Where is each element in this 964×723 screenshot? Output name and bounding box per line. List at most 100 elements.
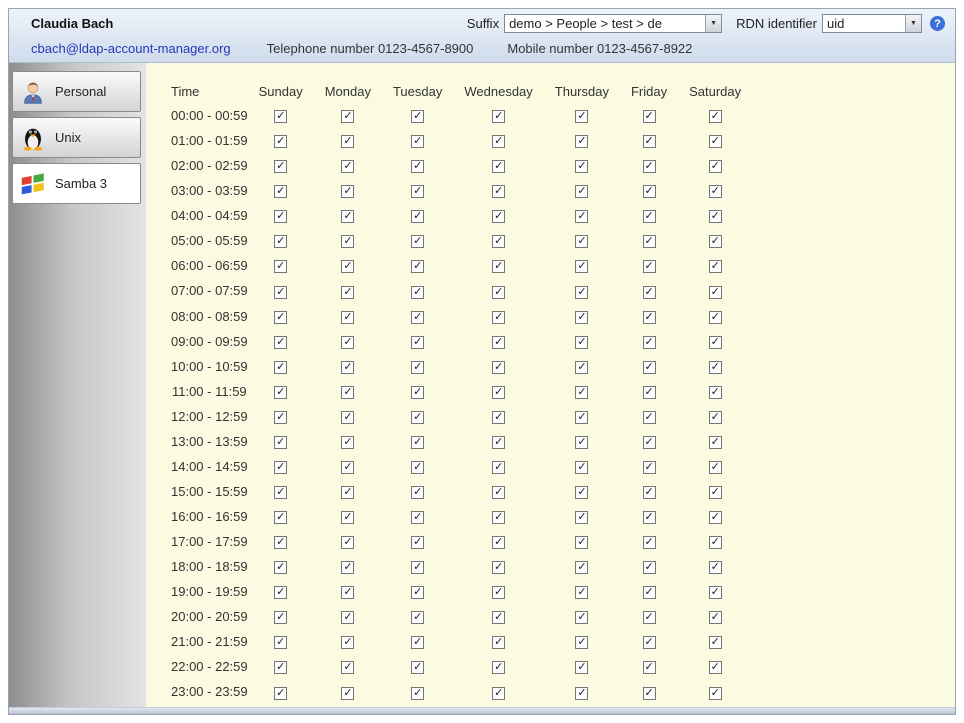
logon-hour-checkbox-thursday-09[interactable] [575, 336, 588, 349]
logon-hour-checkbox-thursday-06[interactable] [575, 260, 588, 273]
logon-hour-checkbox-wednesday-22[interactable] [492, 661, 505, 674]
logon-hour-checkbox-thursday-23[interactable] [575, 687, 588, 700]
logon-hour-checkbox-thursday-17[interactable] [575, 536, 588, 549]
logon-hour-checkbox-friday-07[interactable] [643, 286, 656, 299]
logon-hour-checkbox-sunday-16[interactable] [274, 511, 287, 524]
logon-hour-checkbox-thursday-12[interactable] [575, 411, 588, 424]
logon-hour-checkbox-sunday-01[interactable] [274, 135, 287, 148]
logon-hour-checkbox-wednesday-23[interactable] [492, 687, 505, 700]
logon-hour-checkbox-wednesday-20[interactable] [492, 611, 505, 624]
logon-hour-checkbox-monday-13[interactable] [341, 436, 354, 449]
logon-hour-checkbox-sunday-15[interactable] [274, 486, 287, 499]
logon-hour-checkbox-monday-02[interactable] [341, 160, 354, 173]
logon-hour-checkbox-friday-08[interactable] [643, 311, 656, 324]
logon-hour-checkbox-monday-09[interactable] [341, 336, 354, 349]
logon-hour-checkbox-friday-13[interactable] [643, 436, 656, 449]
logon-hour-checkbox-tuesday-03[interactable] [411, 185, 424, 198]
logon-hour-checkbox-friday-12[interactable] [643, 411, 656, 424]
logon-hour-checkbox-saturday-12[interactable] [709, 411, 722, 424]
logon-hour-checkbox-saturday-04[interactable] [709, 210, 722, 223]
logon-hour-checkbox-sunday-03[interactable] [274, 185, 287, 198]
logon-hour-checkbox-sunday-20[interactable] [274, 611, 287, 624]
logon-hour-checkbox-monday-05[interactable] [341, 235, 354, 248]
logon-hour-checkbox-saturday-20[interactable] [709, 611, 722, 624]
logon-hour-checkbox-tuesday-11[interactable] [411, 386, 424, 399]
suffix-select[interactable]: demo > People > test > de ▼ [504, 14, 722, 33]
logon-hour-checkbox-friday-19[interactable] [643, 586, 656, 599]
logon-hour-checkbox-saturday-09[interactable] [709, 336, 722, 349]
logon-hour-checkbox-saturday-14[interactable] [709, 461, 722, 474]
logon-hour-checkbox-wednesday-00[interactable] [492, 110, 505, 123]
logon-hour-checkbox-sunday-00[interactable] [274, 110, 287, 123]
logon-hour-checkbox-thursday-05[interactable] [575, 235, 588, 248]
logon-hour-checkbox-saturday-17[interactable] [709, 536, 722, 549]
tab-unix[interactable]: Unix [12, 117, 141, 158]
logon-hour-checkbox-thursday-00[interactable] [575, 110, 588, 123]
logon-hour-checkbox-friday-01[interactable] [643, 135, 656, 148]
logon-hour-checkbox-monday-22[interactable] [341, 661, 354, 674]
logon-hour-checkbox-friday-05[interactable] [643, 235, 656, 248]
logon-hour-checkbox-saturday-22[interactable] [709, 661, 722, 674]
logon-hour-checkbox-sunday-08[interactable] [274, 311, 287, 324]
logon-hour-checkbox-thursday-02[interactable] [575, 160, 588, 173]
logon-hour-checkbox-wednesday-21[interactable] [492, 636, 505, 649]
tab-personal[interactable]: Personal [12, 71, 141, 112]
logon-hour-checkbox-friday-17[interactable] [643, 536, 656, 549]
logon-hour-checkbox-saturday-10[interactable] [709, 361, 722, 374]
logon-hour-checkbox-tuesday-19[interactable] [411, 586, 424, 599]
logon-hour-checkbox-tuesday-18[interactable] [411, 561, 424, 574]
logon-hour-checkbox-thursday-18[interactable] [575, 561, 588, 574]
logon-hour-checkbox-sunday-10[interactable] [274, 361, 287, 374]
logon-hour-checkbox-friday-11[interactable] [643, 386, 656, 399]
logon-hour-checkbox-wednesday-01[interactable] [492, 135, 505, 148]
logon-hour-checkbox-friday-18[interactable] [643, 561, 656, 574]
logon-hour-checkbox-monday-12[interactable] [341, 411, 354, 424]
logon-hour-checkbox-tuesday-01[interactable] [411, 135, 424, 148]
logon-hour-checkbox-friday-20[interactable] [643, 611, 656, 624]
logon-hour-checkbox-sunday-11[interactable] [274, 386, 287, 399]
logon-hour-checkbox-monday-15[interactable] [341, 486, 354, 499]
logon-hour-checkbox-sunday-18[interactable] [274, 561, 287, 574]
logon-hour-checkbox-thursday-10[interactable] [575, 361, 588, 374]
logon-hour-checkbox-tuesday-22[interactable] [411, 661, 424, 674]
logon-hour-checkbox-wednesday-15[interactable] [492, 486, 505, 499]
logon-hour-checkbox-wednesday-07[interactable] [492, 286, 505, 299]
logon-hour-checkbox-sunday-12[interactable] [274, 411, 287, 424]
logon-hour-checkbox-sunday-02[interactable] [274, 160, 287, 173]
logon-hour-checkbox-friday-06[interactable] [643, 260, 656, 273]
logon-hour-checkbox-thursday-01[interactable] [575, 135, 588, 148]
logon-hour-checkbox-friday-04[interactable] [643, 210, 656, 223]
rdn-select[interactable]: uid ▼ [822, 14, 922, 33]
logon-hour-checkbox-wednesday-05[interactable] [492, 235, 505, 248]
logon-hour-checkbox-friday-23[interactable] [643, 687, 656, 700]
logon-hour-checkbox-saturday-08[interactable] [709, 311, 722, 324]
logon-hour-checkbox-wednesday-08[interactable] [492, 311, 505, 324]
logon-hour-checkbox-thursday-19[interactable] [575, 586, 588, 599]
logon-hour-checkbox-wednesday-06[interactable] [492, 260, 505, 273]
logon-hour-checkbox-thursday-13[interactable] [575, 436, 588, 449]
help-icon[interactable]: ? [930, 16, 945, 31]
logon-hour-checkbox-monday-16[interactable] [341, 511, 354, 524]
logon-hour-checkbox-saturday-19[interactable] [709, 586, 722, 599]
logon-hour-checkbox-saturday-11[interactable] [709, 386, 722, 399]
logon-hour-checkbox-thursday-20[interactable] [575, 611, 588, 624]
logon-hour-checkbox-thursday-03[interactable] [575, 185, 588, 198]
logon-hour-checkbox-friday-16[interactable] [643, 511, 656, 524]
logon-hour-checkbox-thursday-07[interactable] [575, 286, 588, 299]
logon-hour-checkbox-saturday-16[interactable] [709, 511, 722, 524]
logon-hour-checkbox-monday-11[interactable] [341, 386, 354, 399]
logon-hour-checkbox-friday-09[interactable] [643, 336, 656, 349]
logon-hour-checkbox-friday-00[interactable] [643, 110, 656, 123]
logon-hour-checkbox-sunday-21[interactable] [274, 636, 287, 649]
logon-hour-checkbox-tuesday-15[interactable] [411, 486, 424, 499]
logon-hour-checkbox-monday-06[interactable] [341, 260, 354, 273]
logon-hour-checkbox-sunday-05[interactable] [274, 235, 287, 248]
logon-hour-checkbox-thursday-15[interactable] [575, 486, 588, 499]
logon-hour-checkbox-thursday-16[interactable] [575, 511, 588, 524]
logon-hour-checkbox-monday-17[interactable] [341, 536, 354, 549]
logon-hour-checkbox-saturday-03[interactable] [709, 185, 722, 198]
email-link[interactable]: cbach@ldap-account-manager.org [31, 41, 231, 56]
logon-hour-checkbox-thursday-22[interactable] [575, 661, 588, 674]
logon-hour-checkbox-wednesday-04[interactable] [492, 210, 505, 223]
logon-hour-checkbox-tuesday-21[interactable] [411, 636, 424, 649]
